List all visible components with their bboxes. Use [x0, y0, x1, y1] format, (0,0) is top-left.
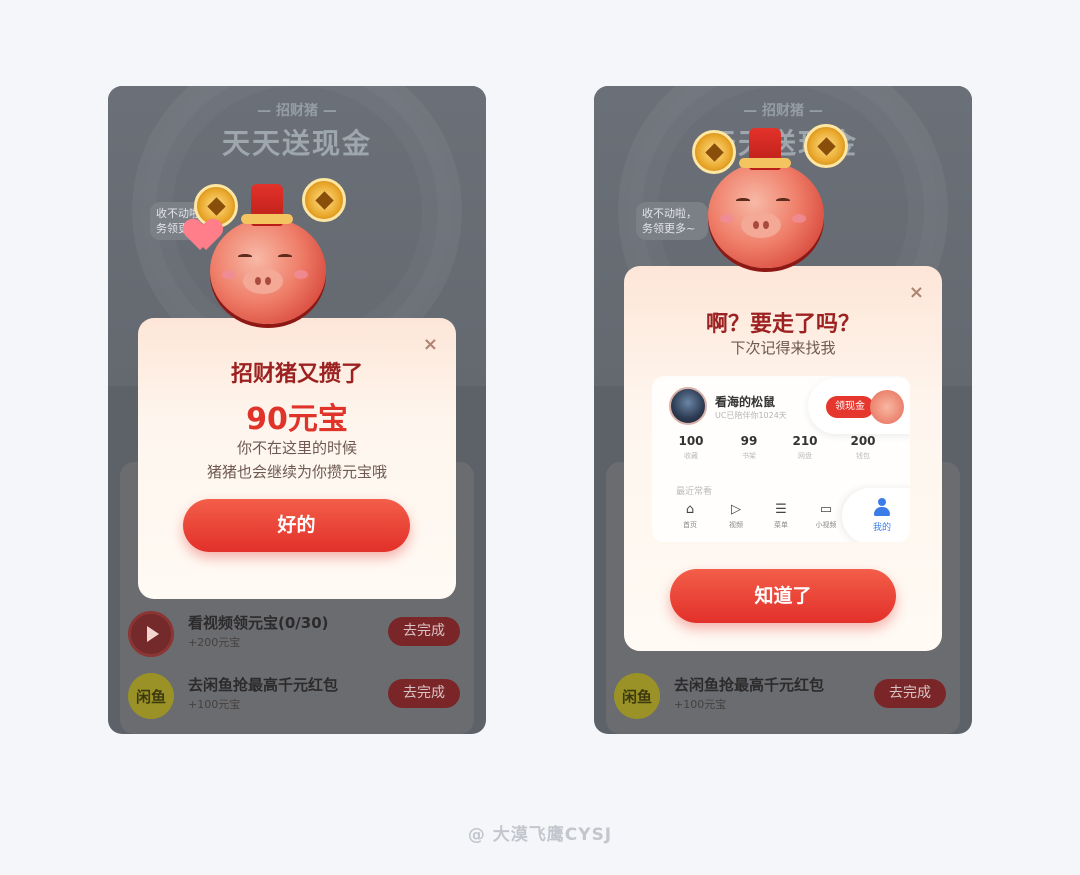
coin-icon [804, 124, 848, 168]
nav-mini-video: ▭ 小视频 [806, 502, 846, 530]
pig-icon [870, 390, 904, 424]
pig-eye [238, 254, 252, 259]
pig-blush [792, 214, 806, 223]
pig-snout [741, 212, 781, 238]
cash-pill: 领现金 [808, 378, 910, 434]
close-icon[interactable]: × [909, 284, 924, 302]
left-phone-screen: — 招财猪 — 天天送现金 收不动啦，务领更多 看视频领元宝(0/30) +20… [108, 86, 486, 734]
coin-icon [302, 178, 346, 222]
watermark: @ 大漠飞鹰CYSJ [467, 825, 613, 845]
pig-eye [736, 198, 750, 203]
header-subtitle: — 招财猪 — [257, 103, 337, 119]
dialog-subtitle: 下次记得来找我 [730, 339, 836, 357]
got-it-button[interactable]: 知道了 [670, 569, 896, 623]
profile-preview-card: 看海的松鼠 UC已陪伴你1024天 领现金 100 收藏 99 书架 210 网… [652, 376, 910, 542]
go-complete-button[interactable]: 去完成 [874, 679, 946, 708]
dialog-title: 啊？要走了吗？ [705, 312, 860, 337]
header-subtitle: — 招财猪 — [743, 103, 823, 119]
stat-item: 210 网盘 [792, 434, 818, 460]
header-title: 天天送现金 [221, 127, 372, 160]
dialog-title: 招财猪又攒了 [230, 362, 363, 387]
piggy-mascot [692, 122, 848, 272]
pig-eye [776, 198, 790, 203]
reward-amount: 90元宝 [246, 402, 348, 437]
task-reward: +100元宝 [188, 698, 241, 711]
go-complete-button[interactable]: 去完成 [388, 679, 460, 708]
right-phone-screen: — 招财猪 — 天天送现金 收不动啦，务领更多~ 闲鱼 去闲鱼抢最高千元红包 +… [594, 86, 972, 734]
user-subtitle: UC已陪伴你1024天 [715, 411, 787, 420]
pig-blush [222, 270, 236, 279]
leave-dialog: × 啊？要走了吗？ 下次记得来找我 看海的松鼠 UC已陪伴你1024天 领现金 … [624, 266, 942, 651]
task-title: 看视频领元宝(0/30) [188, 614, 329, 632]
task-row: 看视频领元宝(0/30) +200元宝 去完成 [108, 604, 486, 664]
pig-eye [278, 254, 292, 259]
pig-blush [294, 270, 308, 279]
task-title: 去闲鱼抢最高千元红包 [674, 676, 825, 694]
menu-icon: ☰ [775, 502, 787, 517]
task-reward: +200元宝 [188, 636, 241, 649]
user-name: 看海的松鼠 [715, 395, 776, 409]
task-title: 去闲鱼抢最高千元红包 [188, 676, 339, 694]
dialog-line-2: 猪猪也会继续为你攒元宝哦 [206, 463, 387, 481]
stat-item: 200 钱包 [850, 434, 876, 460]
hat-icon [241, 184, 293, 226]
dialog-line-1: 你不在这里的时候 [236, 439, 357, 457]
nav-mine-label: 我的 [872, 523, 891, 533]
stat-item: 100 收藏 [678, 434, 704, 460]
pig-blush [720, 214, 734, 223]
hat-icon [739, 128, 791, 170]
nav-video: ▷ 视频 [716, 502, 756, 530]
user-icon [873, 498, 891, 516]
avatar [669, 387, 707, 425]
task-row: 闲鱼 去闲鱼抢最高千元红包 +100元宝 去完成 [594, 666, 972, 726]
close-icon[interactable]: × [423, 336, 438, 354]
heart-icon [186, 220, 220, 254]
video-play-icon [128, 611, 174, 657]
get-cash-button[interactable]: 领现金 [826, 396, 874, 418]
play-icon: ▷ [731, 502, 741, 517]
task-row: 闲鱼 去闲鱼抢最高千元红包 +100元宝 去完成 [108, 666, 486, 726]
ok-button[interactable]: 好的 [183, 499, 410, 552]
stat-item: 99 书架 [740, 434, 758, 460]
reward-dialog: × 招财猪又攒了 90元宝 你不在这里的时候 猪猪也会继续为你攒元宝哦 好的 [138, 318, 456, 599]
recent-label: 最近常看 [676, 487, 713, 497]
nav-mine-active: 我的 [842, 488, 910, 542]
task-reward: +100元宝 [674, 698, 727, 711]
xianyu-icon: 闲鱼 [614, 673, 660, 719]
go-complete-button[interactable]: 去完成 [388, 617, 460, 646]
xianyu-icon: 闲鱼 [128, 673, 174, 719]
coin-icon [692, 130, 736, 174]
nav-menu: ☰ 菜单 [761, 502, 801, 530]
nav-home: ⌂ 首页 [670, 502, 710, 530]
mini-video-icon: ▭ [819, 502, 833, 517]
pig-snout [243, 268, 283, 294]
home-icon: ⌂ [685, 502, 695, 517]
